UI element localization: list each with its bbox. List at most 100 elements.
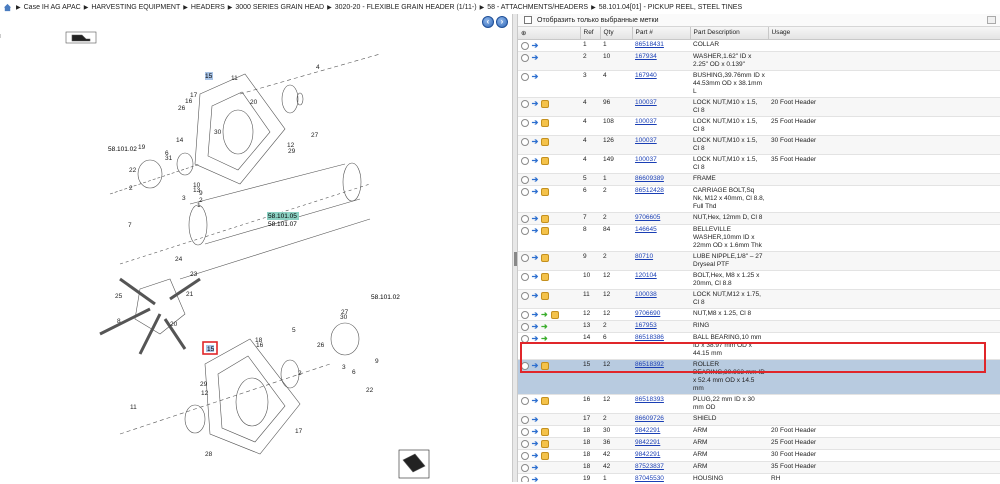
diagram-ref-number[interactable]: 2 xyxy=(129,185,133,192)
diagram-callout-15-top[interactable]: 15 xyxy=(205,73,213,80)
diagram-ref-number[interactable]: 22 xyxy=(366,387,374,394)
table-row[interactable]: ➔ 3 4 167940 BUSHING,39.76mm ID x 44.53mm OD… xyxy=(518,70,1000,98)
info-icon[interactable] xyxy=(521,439,529,448)
table-row[interactable]: ➔ 7 2 9706605 NUT,Hex, 12mm D, Cl 8 xyxy=(518,212,1000,225)
part-number-link[interactable]: 86518393 xyxy=(635,396,664,403)
next-page-button[interactable]: › xyxy=(496,16,508,28)
package-icon[interactable] xyxy=(541,137,549,146)
table-row[interactable]: ➔ 2 10 167934 WASHER,1.62" ID x 2.25" OD x 0… xyxy=(518,51,1000,71)
part-number-link[interactable]: 86518431 xyxy=(635,41,664,48)
table-row[interactable]: ➔ 17 2 86609726 SHIELD xyxy=(518,413,1000,426)
table-row[interactable]: ➔ 5 1 86609389 FRAME xyxy=(518,173,1000,186)
diagram-ref-number[interactable]: 16 xyxy=(185,98,193,105)
part-number-link[interactable]: 9842291 xyxy=(635,427,660,434)
go-to-part-icon[interactable]: ➔ xyxy=(531,272,539,281)
info-icon[interactable] xyxy=(521,322,529,331)
go-to-part-icon[interactable]: ➔ xyxy=(531,396,539,405)
diagram-ref-number[interactable]: 22 xyxy=(129,167,137,174)
diagram-ref-number[interactable]: 20 xyxy=(250,99,258,106)
go-to-part-icon[interactable]: ➔ xyxy=(531,475,539,482)
part-number-link[interactable]: 100037 xyxy=(635,137,657,144)
go-to-part-icon[interactable]: ➔ xyxy=(531,463,539,472)
diagram-ref-number[interactable]: 25 xyxy=(115,293,123,300)
info-icon[interactable] xyxy=(521,451,529,460)
diagram-ref-number[interactable]: 17 xyxy=(295,428,303,435)
go-to-part-icon[interactable]: ➔ xyxy=(531,214,539,223)
package-icon[interactable] xyxy=(541,272,549,281)
usage-column-header[interactable]: Usage xyxy=(768,27,1000,40)
part-number-link[interactable]: 9706605 xyxy=(635,214,660,221)
diagram-ref-number[interactable]: 3 xyxy=(182,195,186,202)
diagram-ref-number[interactable]: 29 xyxy=(288,148,296,155)
diagram-ref-58-101-02-right[interactable]: 58.101.02 xyxy=(371,294,400,301)
diagram-ref-number[interactable]: 13 xyxy=(193,187,201,194)
part-number-link[interactable]: 100038 xyxy=(635,291,657,298)
go-to-part-icon[interactable]: ➔ xyxy=(531,291,539,300)
info-icon[interactable] xyxy=(521,475,529,482)
go-to-part-icon[interactable]: ➔ xyxy=(531,322,539,331)
show-selected-checkbox[interactable] xyxy=(524,16,532,24)
info-icon[interactable] xyxy=(521,463,529,472)
qty-column-header[interactable]: Qty xyxy=(600,27,633,40)
diagram-ref-number[interactable]: 3 xyxy=(342,364,346,371)
table-row[interactable]: ➔ 10 12 120104 BOLT,Hex, M8 x 1.25 x 20mm, C… xyxy=(518,270,1000,290)
go-to-part-icon[interactable]: ➔ xyxy=(531,451,539,460)
cross-reference-arrow-icon[interactable]: ➜ xyxy=(541,310,549,319)
diagram-ref-number[interactable]: 1 xyxy=(197,202,201,209)
part-number-link[interactable]: 87045530 xyxy=(635,475,664,482)
table-row[interactable]: ➔ 8 84 146645 BELLEVILLE WASHER,10mm ID x 22… xyxy=(518,224,1000,252)
part-number-link[interactable]: 167953 xyxy=(635,322,657,329)
info-icon[interactable] xyxy=(521,137,529,146)
part-number-link[interactable]: 87523837 xyxy=(635,463,664,470)
table-row[interactable]: ➔ 18 42 87523837 ARM 35 Foot Header xyxy=(518,461,1000,474)
info-icon[interactable] xyxy=(521,291,529,300)
go-to-part-icon[interactable]: ➔ xyxy=(531,253,539,262)
package-icon[interactable] xyxy=(541,253,549,262)
part-number-link[interactable]: 146645 xyxy=(635,226,657,233)
package-icon[interactable] xyxy=(541,118,549,127)
info-icon[interactable] xyxy=(521,334,529,343)
diagram-ref-number[interactable]: 26 xyxy=(178,105,186,112)
diagram-ref-number[interactable]: 31 xyxy=(165,155,173,162)
table-row[interactable]: ➔ 4 96 100037 LOCK NUT,M10 x 1.5, Cl 8 20 Foo… xyxy=(518,97,1000,117)
diagram-ref-number[interactable]: 8 xyxy=(117,318,121,325)
info-icon[interactable] xyxy=(521,53,529,62)
table-row[interactable]: ➔ 15 12 86518392 ROLLER BEARING,30.963 mm ID… xyxy=(518,359,1000,395)
scroll-top-button[interactable] xyxy=(987,16,996,24)
info-icon[interactable] xyxy=(521,272,529,281)
package-icon[interactable] xyxy=(541,396,549,405)
table-row[interactable]: ➔ 1 1 86518431 COLLAR xyxy=(518,39,1000,52)
package-icon[interactable] xyxy=(551,310,559,319)
diagram-ref-58-101-05[interactable]: 58.101.05 xyxy=(268,213,297,220)
table-row[interactable]: ➔ 18 30 9842291 ARM 20 Foot Header xyxy=(518,425,1000,438)
diagram-ref-number[interactable]: 26 xyxy=(317,342,325,349)
part-number-link[interactable]: 86518386 xyxy=(635,334,664,341)
info-icon[interactable] xyxy=(521,214,529,223)
diagram-callout-15-selected[interactable]: 15 xyxy=(207,346,215,353)
table-row[interactable]: ➔ 4 108 100037 LOCK NUT,M10 x 1.5, Cl 8 25 Fo… xyxy=(518,116,1000,136)
package-icon[interactable] xyxy=(541,99,549,108)
table-row[interactable]: ➔ 6 2 86512428 CARRIAGE BOLT,Sq Nk, M12 x 40… xyxy=(518,185,1000,213)
ref-column-header[interactable]: Ref xyxy=(580,27,601,40)
package-icon[interactable] xyxy=(541,226,549,235)
diagram-ref-number[interactable]: 30 xyxy=(340,314,348,321)
diagram-ref-number[interactable]: 11 xyxy=(130,404,137,411)
go-to-part-icon[interactable]: ➔ xyxy=(531,361,539,370)
go-to-part-icon[interactable]: ➔ xyxy=(531,72,539,81)
info-icon[interactable] xyxy=(521,187,529,196)
package-icon[interactable] xyxy=(541,187,549,196)
diagram-ref-number[interactable]: 29 xyxy=(200,381,208,388)
table-row[interactable]: ➔ 19 1 87045530 HOUSING RH xyxy=(518,473,1000,482)
table-row[interactable]: ➔ 11 12 100038 LOCK NUT,M12 x 1.75, Cl 8 xyxy=(518,289,1000,309)
info-icon[interactable] xyxy=(521,41,529,50)
package-icon[interactable] xyxy=(541,427,549,436)
info-icon[interactable] xyxy=(521,99,529,108)
home-icon[interactable] xyxy=(3,3,12,12)
part-number-link[interactable]: 9842291 xyxy=(635,451,660,458)
info-icon[interactable] xyxy=(521,310,529,319)
diagram-ref-number[interactable]: 19 xyxy=(138,144,146,151)
go-to-part-icon[interactable]: ➔ xyxy=(531,41,539,50)
diagram-ref-number[interactable]: 28 xyxy=(205,451,213,458)
breadcrumb-item[interactable]: 58 - ATTACHMENTS/HEADERS xyxy=(487,4,588,11)
info-icon[interactable] xyxy=(521,253,529,262)
